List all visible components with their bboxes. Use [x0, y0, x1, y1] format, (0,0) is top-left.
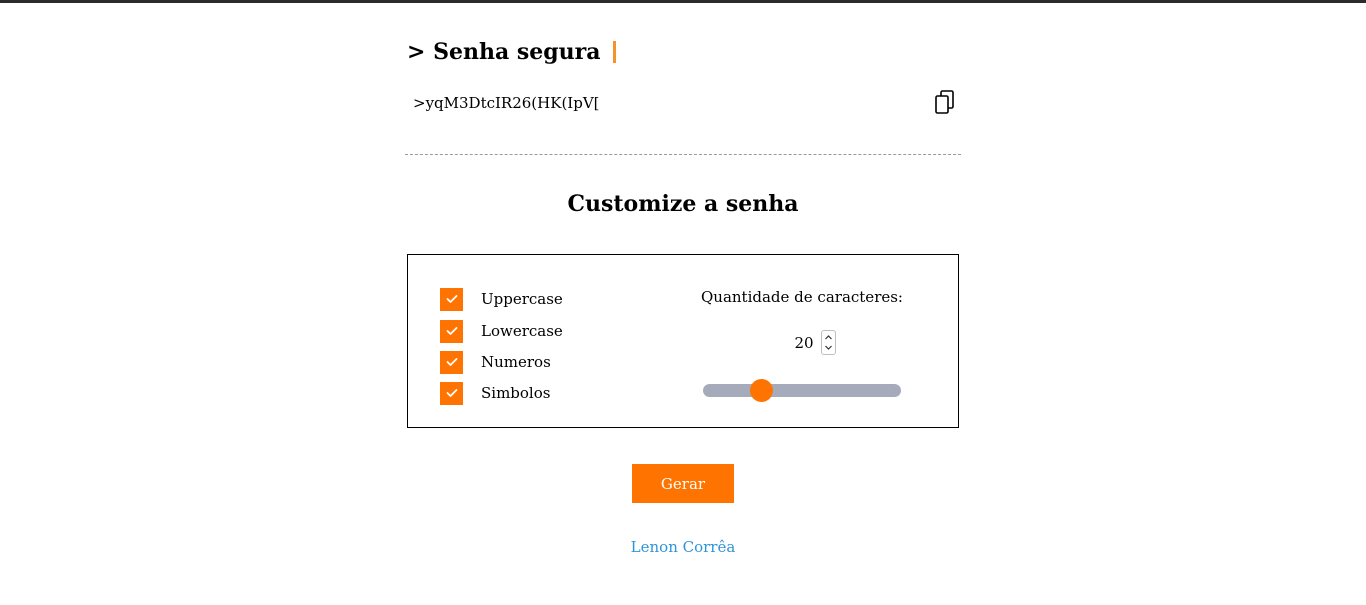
copy-button[interactable]: [933, 88, 957, 116]
simbolos-checkbox[interactable]: [440, 381, 463, 405]
uppercase-label: Uppercase: [481, 290, 563, 308]
lowercase-label: Lowercase: [481, 322, 563, 340]
check-icon: [446, 327, 457, 335]
slider-thumb[interactable]: [749, 379, 773, 402]
check-icon: [446, 295, 457, 303]
quantity-label: Quantidade de caracteres:: [701, 288, 903, 306]
lowercase-checkbox[interactable]: [440, 319, 463, 343]
option-numeros[interactable]: Numeros: [440, 350, 551, 374]
chevron-up-icon: [825, 335, 832, 340]
check-icon: [446, 389, 457, 397]
option-lowercase[interactable]: Lowercase: [440, 319, 563, 343]
copy-icon: [935, 90, 954, 114]
length-slider[interactable]: [703, 379, 901, 402]
numeros-checkbox[interactable]: [440, 350, 463, 374]
check-icon: [446, 358, 457, 366]
author-link[interactable]: Lenon Corrêa: [405, 538, 961, 556]
blinking-cursor: [612, 41, 616, 63]
quantity-input[interactable]: 20: [790, 334, 818, 352]
page-title: > Senha segura: [407, 39, 601, 65]
option-simbolos[interactable]: Simbolos: [440, 381, 551, 405]
uppercase-checkbox[interactable]: [440, 287, 463, 311]
numeros-label: Numeros: [481, 353, 551, 371]
simbolos-label: Simbolos: [481, 384, 551, 402]
chevron-down-icon: [825, 345, 832, 350]
header: > Senha segura: [407, 38, 616, 66]
password-display: >yqM3DtcIR26(HK(IpV[: [405, 88, 961, 118]
options-panel: Uppercase Lowercase Numeros Simbolos Qua…: [407, 254, 959, 428]
generate-button[interactable]: Gerar: [632, 464, 734, 503]
divider: [405, 154, 961, 155]
top-border: [0, 0, 1366, 3]
quantity-stepper[interactable]: [821, 330, 836, 355]
generated-password: >yqM3DtcIR26(HK(IpV[: [413, 94, 600, 112]
option-uppercase[interactable]: Uppercase: [440, 287, 563, 311]
customize-title: Customize a senha: [567, 191, 799, 217]
